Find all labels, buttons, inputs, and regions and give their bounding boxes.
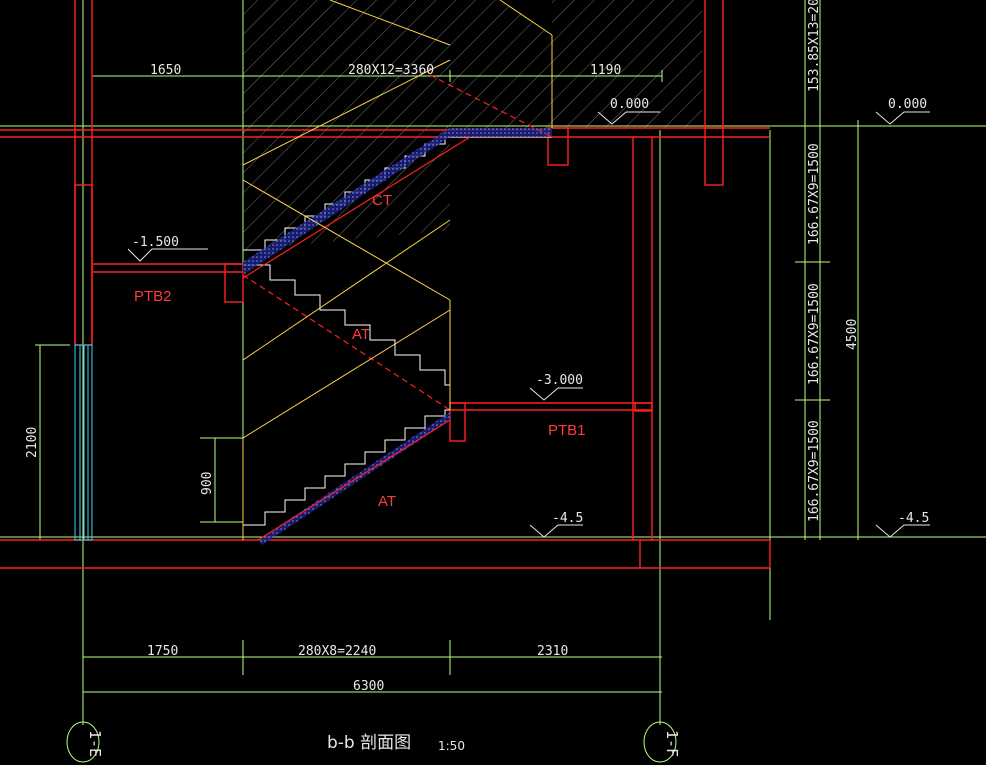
dim-side-upper: 166.67X9=1500 [807, 143, 822, 245]
elev-minus-3000: -3.000 [536, 373, 583, 388]
drawing-scale: 1:50 [438, 739, 465, 753]
dim-side-total: 4500 [845, 319, 860, 350]
dim-side-top: 153.85X13=200 [807, 0, 822, 92]
dim-bottom-right: 2310 [537, 644, 568, 659]
elev-0-outer: 0.000 [888, 97, 927, 112]
dim-bottom-total: 6300 [353, 679, 384, 694]
component-labels: CT AT AT PTB2 PTB1 [134, 192, 586, 510]
dim-bottom-left: 1750 [147, 644, 178, 659]
label-ptb1: PTB1 [548, 422, 586, 439]
elev-minus-4-5-outer: -4.5 [898, 511, 929, 526]
drawing-title-block: b-b 剖面图 1:50 1-E 1-F [86, 730, 681, 757]
dim-side-middle: 166.67X9=1500 [807, 283, 822, 385]
dim-side-lower: 166.67X9=1500 [807, 420, 822, 522]
label-ptb2: PTB2 [134, 288, 172, 305]
axis-label-right: 1-F [663, 730, 681, 757]
label-ct: CT [372, 192, 392, 209]
elev-minus-1500: -1.500 [132, 235, 179, 250]
dim-rail-height: 900 [200, 472, 215, 495]
elev-minus-4-5-inner: -4.5 [552, 511, 583, 526]
dim-top-middle: 280X12=3360 [348, 63, 434, 78]
label-at-upper: AT [352, 326, 370, 343]
cad-drawing-canvas[interactable]: 1650 280X12=3360 1190 1750 280X8=2240 23… [0, 0, 986, 765]
dim-top-right: 1190 [590, 63, 621, 78]
label-at-lower: AT [378, 493, 396, 510]
dim-door-height: 2100 [25, 427, 40, 458]
dim-bottom-middle: 280X8=2240 [298, 644, 376, 659]
elev-0-inner: 0.000 [610, 97, 649, 112]
dim-top-left: 1650 [150, 63, 181, 78]
drawing-title: b-b 剖面图 [327, 733, 411, 753]
axis-label-left: 1-E [86, 730, 104, 757]
window-section [74, 344, 93, 541]
